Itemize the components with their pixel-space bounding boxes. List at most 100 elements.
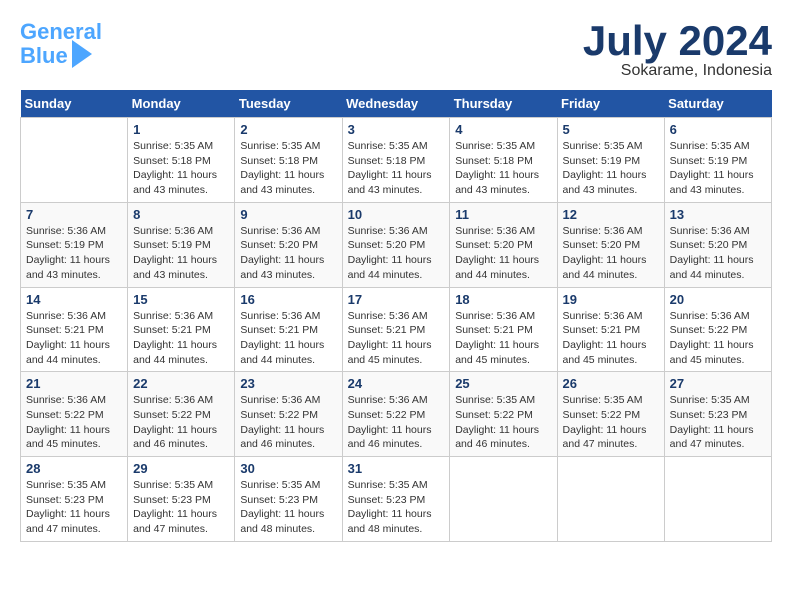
logo-arrow-icon: [72, 40, 92, 68]
calendar-cell: [450, 457, 557, 542]
day-info: Sunrise: 5:35 AM Sunset: 5:18 PM Dayligh…: [240, 139, 336, 198]
calendar-cell: 20Sunrise: 5:36 AM Sunset: 5:22 PM Dayli…: [664, 287, 771, 372]
day-info: Sunrise: 5:36 AM Sunset: 5:21 PM Dayligh…: [455, 309, 551, 368]
day-number: 31: [348, 461, 445, 476]
day-info: Sunrise: 5:36 AM Sunset: 5:21 PM Dayligh…: [240, 309, 336, 368]
calendar-cell: 6Sunrise: 5:35 AM Sunset: 5:19 PM Daylig…: [664, 118, 771, 203]
weekday-header-monday: Monday: [128, 90, 235, 118]
day-info: Sunrise: 5:36 AM Sunset: 5:21 PM Dayligh…: [26, 309, 122, 368]
calendar-cell: [557, 457, 664, 542]
day-info: Sunrise: 5:35 AM Sunset: 5:23 PM Dayligh…: [348, 478, 445, 537]
calendar-week-row: 1Sunrise: 5:35 AM Sunset: 5:18 PM Daylig…: [21, 118, 772, 203]
day-info: Sunrise: 5:36 AM Sunset: 5:19 PM Dayligh…: [26, 224, 122, 283]
day-number: 12: [563, 207, 659, 222]
day-number: 19: [563, 292, 659, 307]
day-info: Sunrise: 5:35 AM Sunset: 5:23 PM Dayligh…: [670, 393, 766, 452]
calendar-cell: 21 Sunrise: 5:36 AM Sunset: 5:22 PM Dayli…: [21, 372, 128, 457]
day-info: Sunrise: 5:35 AM Sunset: 5:23 PM Dayligh…: [26, 478, 122, 537]
calendar-cell: 28 Sunrise: 5:35 AM Sunset: 5:23 PM Dayli…: [21, 457, 128, 542]
day-info: Sunrise: 5:35 AM Sunset: 5:22 PM Dayligh…: [563, 393, 659, 452]
day-number: 28: [26, 461, 122, 476]
day-info: Sunrise: 5:36 AM Sunset: 5:20 PM Dayligh…: [240, 224, 336, 283]
day-number: 8: [133, 207, 229, 222]
day-number: 9: [240, 207, 336, 222]
day-number: 4: [455, 122, 551, 137]
calendar-cell: 7 Sunrise: 5:36 AM Sunset: 5:19 PM Daylig…: [21, 202, 128, 287]
day-number: 17: [348, 292, 445, 307]
day-number: 7: [26, 207, 122, 222]
calendar-cell: 22 Sunrise: 5:36 AM Sunset: 5:22 PM Dayli…: [128, 372, 235, 457]
logo: General Blue: [20, 20, 102, 68]
day-info: Sunrise: 5:36 AM Sunset: 5:20 PM Dayligh…: [348, 224, 445, 283]
calendar-cell: 5 Sunrise: 5:35 AM Sunset: 5:19 PM Daylig…: [557, 118, 664, 203]
day-info: Sunrise: 5:35 AM Sunset: 5:23 PM Dayligh…: [133, 478, 229, 537]
calendar-cell: 30 Sunrise: 5:35 AM Sunset: 5:23 PM Dayli…: [235, 457, 342, 542]
day-info: Sunrise: 5:36 AM Sunset: 5:22 PM Dayligh…: [133, 393, 229, 452]
day-number: 11: [455, 207, 551, 222]
day-info: Sunrise: 5:36 AM Sunset: 5:21 PM Dayligh…: [563, 309, 659, 368]
calendar-cell: 9 Sunrise: 5:36 AM Sunset: 5:20 PM Daylig…: [235, 202, 342, 287]
day-info: Sunrise: 5:36 AM Sunset: 5:19 PM Dayligh…: [133, 224, 229, 283]
day-info: Sunrise: 5:36 AM Sunset: 5:22 PM Dayligh…: [670, 309, 766, 368]
calendar-cell: 23 Sunrise: 5:36 AM Sunset: 5:22 PM Dayli…: [235, 372, 342, 457]
day-number: 16: [240, 292, 336, 307]
day-info: Sunrise: 5:35 AM Sunset: 5:23 PM Dayligh…: [240, 478, 336, 537]
calendar-cell: 3 Sunrise: 5:35 AM Sunset: 5:18 PM Daylig…: [342, 118, 450, 203]
calendar-table: SundayMondayTuesdayWednesdayThursdayFrid…: [20, 90, 772, 542]
day-number: 24: [348, 376, 445, 391]
day-info: Sunrise: 5:35 AM Sunset: 5:19 PM Dayligh…: [670, 139, 766, 198]
day-info: Sunrise: 5:35 AM Sunset: 5:22 PM Dayligh…: [455, 393, 551, 452]
day-number: 2: [240, 122, 336, 137]
calendar-cell: 31 Sunrise: 5:35 AM Sunset: 5:23 PM Dayli…: [342, 457, 450, 542]
day-number: 26: [563, 376, 659, 391]
day-number: 15: [133, 292, 229, 307]
day-number: 18: [455, 292, 551, 307]
calendar-cell: 10 Sunrise: 5:36 AM Sunset: 5:20 PM Dayli…: [342, 202, 450, 287]
calendar-cell: 1Sunrise: 5:35 AM Sunset: 5:18 PM Daylig…: [128, 118, 235, 203]
calendar-week-row: 21 Sunrise: 5:36 AM Sunset: 5:22 PM Dayli…: [21, 372, 772, 457]
day-number: 13: [670, 207, 766, 222]
calendar-cell: 8 Sunrise: 5:36 AM Sunset: 5:19 PM Daylig…: [128, 202, 235, 287]
day-info: Sunrise: 5:35 AM Sunset: 5:18 PM Dayligh…: [348, 139, 445, 198]
day-info: Sunrise: 5:35 AM Sunset: 5:19 PM Dayligh…: [563, 139, 659, 198]
calendar-cell: [21, 118, 128, 203]
calendar-cell: 24Sunrise: 5:36 AM Sunset: 5:22 PM Dayli…: [342, 372, 450, 457]
calendar-week-row: 28 Sunrise: 5:35 AM Sunset: 5:23 PM Dayli…: [21, 457, 772, 542]
calendar-cell: 27 Sunrise: 5:35 AM Sunset: 5:23 PM Dayli…: [664, 372, 771, 457]
weekday-header-wednesday: Wednesday: [342, 90, 450, 118]
day-number: 30: [240, 461, 336, 476]
day-number: 27: [670, 376, 766, 391]
weekday-header-thursday: Thursday: [450, 90, 557, 118]
calendar-cell: 12Sunrise: 5:36 AM Sunset: 5:20 PM Dayli…: [557, 202, 664, 287]
calendar-cell: 15Sunrise: 5:36 AM Sunset: 5:21 PM Dayli…: [128, 287, 235, 372]
month-title: July 2024: [583, 20, 772, 62]
day-info: Sunrise: 5:36 AM Sunset: 5:21 PM Dayligh…: [348, 309, 445, 368]
day-number: 22: [133, 376, 229, 391]
day-number: 29: [133, 461, 229, 476]
day-number: 21: [26, 376, 122, 391]
day-info: Sunrise: 5:36 AM Sunset: 5:22 PM Dayligh…: [240, 393, 336, 452]
calendar-cell: 19 Sunrise: 5:36 AM Sunset: 5:21 PM Dayli…: [557, 287, 664, 372]
weekday-header-saturday: Saturday: [664, 90, 771, 118]
logo-blue: Blue: [20, 44, 68, 68]
weekday-header-tuesday: Tuesday: [235, 90, 342, 118]
calendar-cell: 2 Sunrise: 5:35 AM Sunset: 5:18 PM Daylig…: [235, 118, 342, 203]
page-header: General Blue July 2024 Sokarame, Indones…: [20, 20, 772, 80]
calendar-cell: 18 Sunrise: 5:36 AM Sunset: 5:21 PM Dayli…: [450, 287, 557, 372]
day-number: 25: [455, 376, 551, 391]
calendar-cell: 17 Sunrise: 5:36 AM Sunset: 5:21 PM Dayli…: [342, 287, 450, 372]
calendar-cell: 25 Sunrise: 5:35 AM Sunset: 5:22 PM Dayli…: [450, 372, 557, 457]
calendar-cell: 16 Sunrise: 5:36 AM Sunset: 5:21 PM Dayli…: [235, 287, 342, 372]
calendar-cell: 26 Sunrise: 5:35 AM Sunset: 5:22 PM Dayli…: [557, 372, 664, 457]
day-number: 14: [26, 292, 122, 307]
day-number: 5: [563, 122, 659, 137]
day-number: 23: [240, 376, 336, 391]
day-number: 10: [348, 207, 445, 222]
calendar-cell: 11Sunrise: 5:36 AM Sunset: 5:20 PM Dayli…: [450, 202, 557, 287]
calendar-week-row: 7 Sunrise: 5:36 AM Sunset: 5:19 PM Daylig…: [21, 202, 772, 287]
day-info: Sunrise: 5:35 AM Sunset: 5:18 PM Dayligh…: [455, 139, 551, 198]
day-number: 3: [348, 122, 445, 137]
calendar-cell: 13Sunrise: 5:36 AM Sunset: 5:20 PM Dayli…: [664, 202, 771, 287]
calendar-week-row: 14 Sunrise: 5:36 AM Sunset: 5:21 PM Dayli…: [21, 287, 772, 372]
day-info: Sunrise: 5:36 AM Sunset: 5:22 PM Dayligh…: [26, 393, 122, 452]
